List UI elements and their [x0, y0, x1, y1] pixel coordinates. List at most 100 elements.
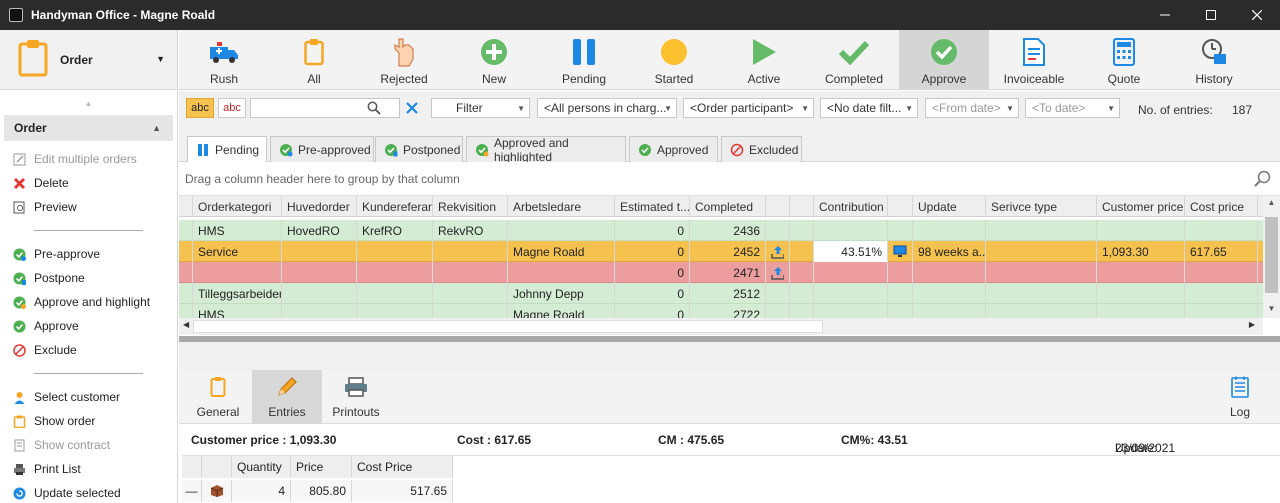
column-header[interactable]: Orderkategori: [193, 196, 282, 217]
active-button[interactable]: Active: [719, 30, 809, 90]
column-header[interactable]: Update: [913, 196, 986, 217]
column-header[interactable]: [766, 196, 790, 217]
tab-general[interactable]: General: [183, 370, 253, 424]
group-panel[interactable]: Drag a column header here to group by th…: [179, 162, 1280, 196]
column-header[interactable]: Serivce type: [986, 196, 1097, 217]
column-header[interactable]: Customer price: [1097, 196, 1185, 217]
clear-search-icon[interactable]: [405, 101, 419, 118]
match-word-toggle[interactable]: abc: [218, 98, 246, 118]
started-label: Started: [654, 72, 694, 86]
module-selector[interactable]: Order ▼: [0, 30, 178, 90]
search-icon[interactable]: [1254, 170, 1272, 191]
sidebar-item-delete[interactable]: Delete: [0, 171, 177, 195]
tab-approved-highlighted[interactable]: Approved and highlighted: [466, 136, 626, 164]
cell-update: [913, 304, 986, 318]
pending-button[interactable]: Pending: [539, 30, 629, 90]
column-header[interactable]: [790, 196, 814, 217]
tab-pre-approved[interactable]: Pre-approved: [270, 136, 374, 162]
column-header[interactable]: Cost Price: [352, 456, 453, 478]
new-button[interactable]: New: [449, 30, 539, 90]
sidebar-item-show-contract[interactable]: Show contract: [0, 433, 177, 457]
table-row[interactable]: Tilleggsarbeider Johnny Depp 0 2512: [179, 283, 1263, 304]
cell-huvedorder: [282, 283, 357, 304]
tab-postponed[interactable]: Postponed: [375, 136, 463, 162]
table-row[interactable]: HMS HovedRO KrefRO RekvRO 0 2436: [179, 220, 1263, 241]
upload-icon[interactable]: [766, 262, 790, 283]
tab-approved[interactable]: Approved: [629, 136, 718, 162]
rejected-button[interactable]: Rejected: [359, 30, 449, 90]
sidebar-item-update-selected[interactable]: Update selected: [0, 481, 177, 503]
to-date-field[interactable]: <To date> ▼: [1025, 98, 1120, 118]
search-input[interactable]: [250, 98, 400, 118]
column-header[interactable]: Kundereferan...: [357, 196, 433, 217]
scroll-up-icon[interactable]: ▲: [1263, 198, 1280, 210]
rejected-label: Rejected: [380, 72, 428, 86]
sidebar-item-print-list[interactable]: Print List: [0, 457, 177, 481]
cell-cost-price: [1185, 283, 1258, 304]
sidebar-item-select-customer[interactable]: Select customer: [0, 385, 177, 409]
cell-service-type: [986, 283, 1097, 304]
column-header[interactable]: [888, 196, 913, 217]
scrollbar-thumb[interactable]: [193, 320, 823, 333]
pause-icon: [569, 37, 599, 67]
sidebar-item-exclude[interactable]: Exclude: [0, 338, 177, 362]
table-row[interactable]: 0 2471: [179, 262, 1263, 283]
match-case-toggle[interactable]: abc: [186, 98, 214, 118]
scroll-down-icon[interactable]: ▼: [1263, 304, 1280, 316]
sidebar-section-order[interactable]: Order ▲: [4, 115, 173, 141]
maximize-button[interactable]: [1188, 0, 1234, 30]
pencil-icon: [275, 375, 299, 399]
quote-button[interactable]: Quote: [1079, 30, 1169, 90]
history-button[interactable]: History: [1169, 30, 1259, 90]
upload-icon[interactable]: [766, 241, 790, 262]
minimize-button[interactable]: [1142, 0, 1188, 30]
column-header[interactable]: Estimated t...: [615, 196, 690, 217]
sidebar-item-show-order[interactable]: Show order: [0, 409, 177, 433]
tab-printouts[interactable]: Printouts: [321, 370, 391, 424]
persons-dropdown[interactable]: <All persons in charg... ▼: [537, 98, 677, 118]
close-button[interactable]: [1234, 0, 1280, 30]
date-filter-dropdown[interactable]: <No date filt... ▼: [820, 98, 918, 118]
expand-toggle[interactable]: —: [182, 480, 202, 502]
scroll-up-icon[interactable]: ▲: [0, 99, 177, 113]
filter-dropdown[interactable]: Filter ▼: [431, 98, 530, 118]
sidebar-item-postpone[interactable]: Postpone: [0, 266, 177, 290]
monitor-icon[interactable]: [888, 241, 913, 262]
completed-button[interactable]: Completed: [809, 30, 899, 90]
tab-pending[interactable]: Pending: [187, 136, 267, 163]
sidebar-item-preview[interactable]: Preview: [0, 195, 177, 219]
sidebar-item-approve[interactable]: Approve: [0, 314, 177, 338]
sidebar-item-approve-highlight[interactable]: Approve and highlight: [0, 290, 177, 314]
grid-vertical-scrollbar[interactable]: ▲ ▼: [1263, 196, 1280, 318]
sidebar-item-pre-approve[interactable]: Pre-approve: [0, 242, 177, 266]
column-header[interactable]: Arbetsledare: [508, 196, 615, 217]
cell-huvedorder: [282, 304, 357, 318]
column-header[interactable]: Huvedorder: [282, 196, 357, 217]
grid-horizontal-scrollbar[interactable]: ◀ ▶: [179, 318, 1263, 335]
entry-row[interactable]: — 4 805.80 517.65: [182, 480, 453, 502]
row-indicator-header: [179, 196, 193, 217]
scroll-left-icon[interactable]: ◀: [183, 320, 189, 329]
log-button[interactable]: Log: [1205, 370, 1275, 424]
approve-button[interactable]: Approve: [899, 30, 989, 90]
scroll-right-icon[interactable]: ▶: [1249, 320, 1255, 329]
table-row[interactable]: HMS Magne Roald 0 2722: [179, 304, 1263, 318]
tab-entries[interactable]: Entries: [252, 370, 322, 424]
sidebar-item-edit-multiple[interactable]: Edit multiple orders: [0, 147, 177, 171]
column-header[interactable]: Contribution: [814, 196, 888, 217]
participant-dropdown[interactable]: <Order participant> ▼: [683, 98, 814, 118]
rush-button[interactable]: Rush: [179, 30, 269, 90]
search-icon[interactable]: [367, 101, 381, 117]
started-button[interactable]: Started: [629, 30, 719, 90]
all-button[interactable]: All: [269, 30, 359, 90]
column-header[interactable]: Cost price: [1185, 196, 1258, 217]
column-header[interactable]: Completed: [690, 196, 766, 217]
column-header[interactable]: Quantity: [232, 456, 291, 478]
invoiceable-button[interactable]: Invoiceable: [989, 30, 1079, 90]
from-date-field[interactable]: <From date> ▼: [925, 98, 1019, 118]
column-header[interactable]: Rekvisition: [433, 196, 508, 217]
column-header[interactable]: Price: [291, 456, 352, 478]
tab-excluded[interactable]: Excluded: [721, 136, 802, 162]
table-row-selected[interactable]: Service Magne Roald 0 2452 43.51% 98 wee…: [179, 241, 1263, 262]
scrollbar-thumb[interactable]: [1265, 217, 1278, 293]
